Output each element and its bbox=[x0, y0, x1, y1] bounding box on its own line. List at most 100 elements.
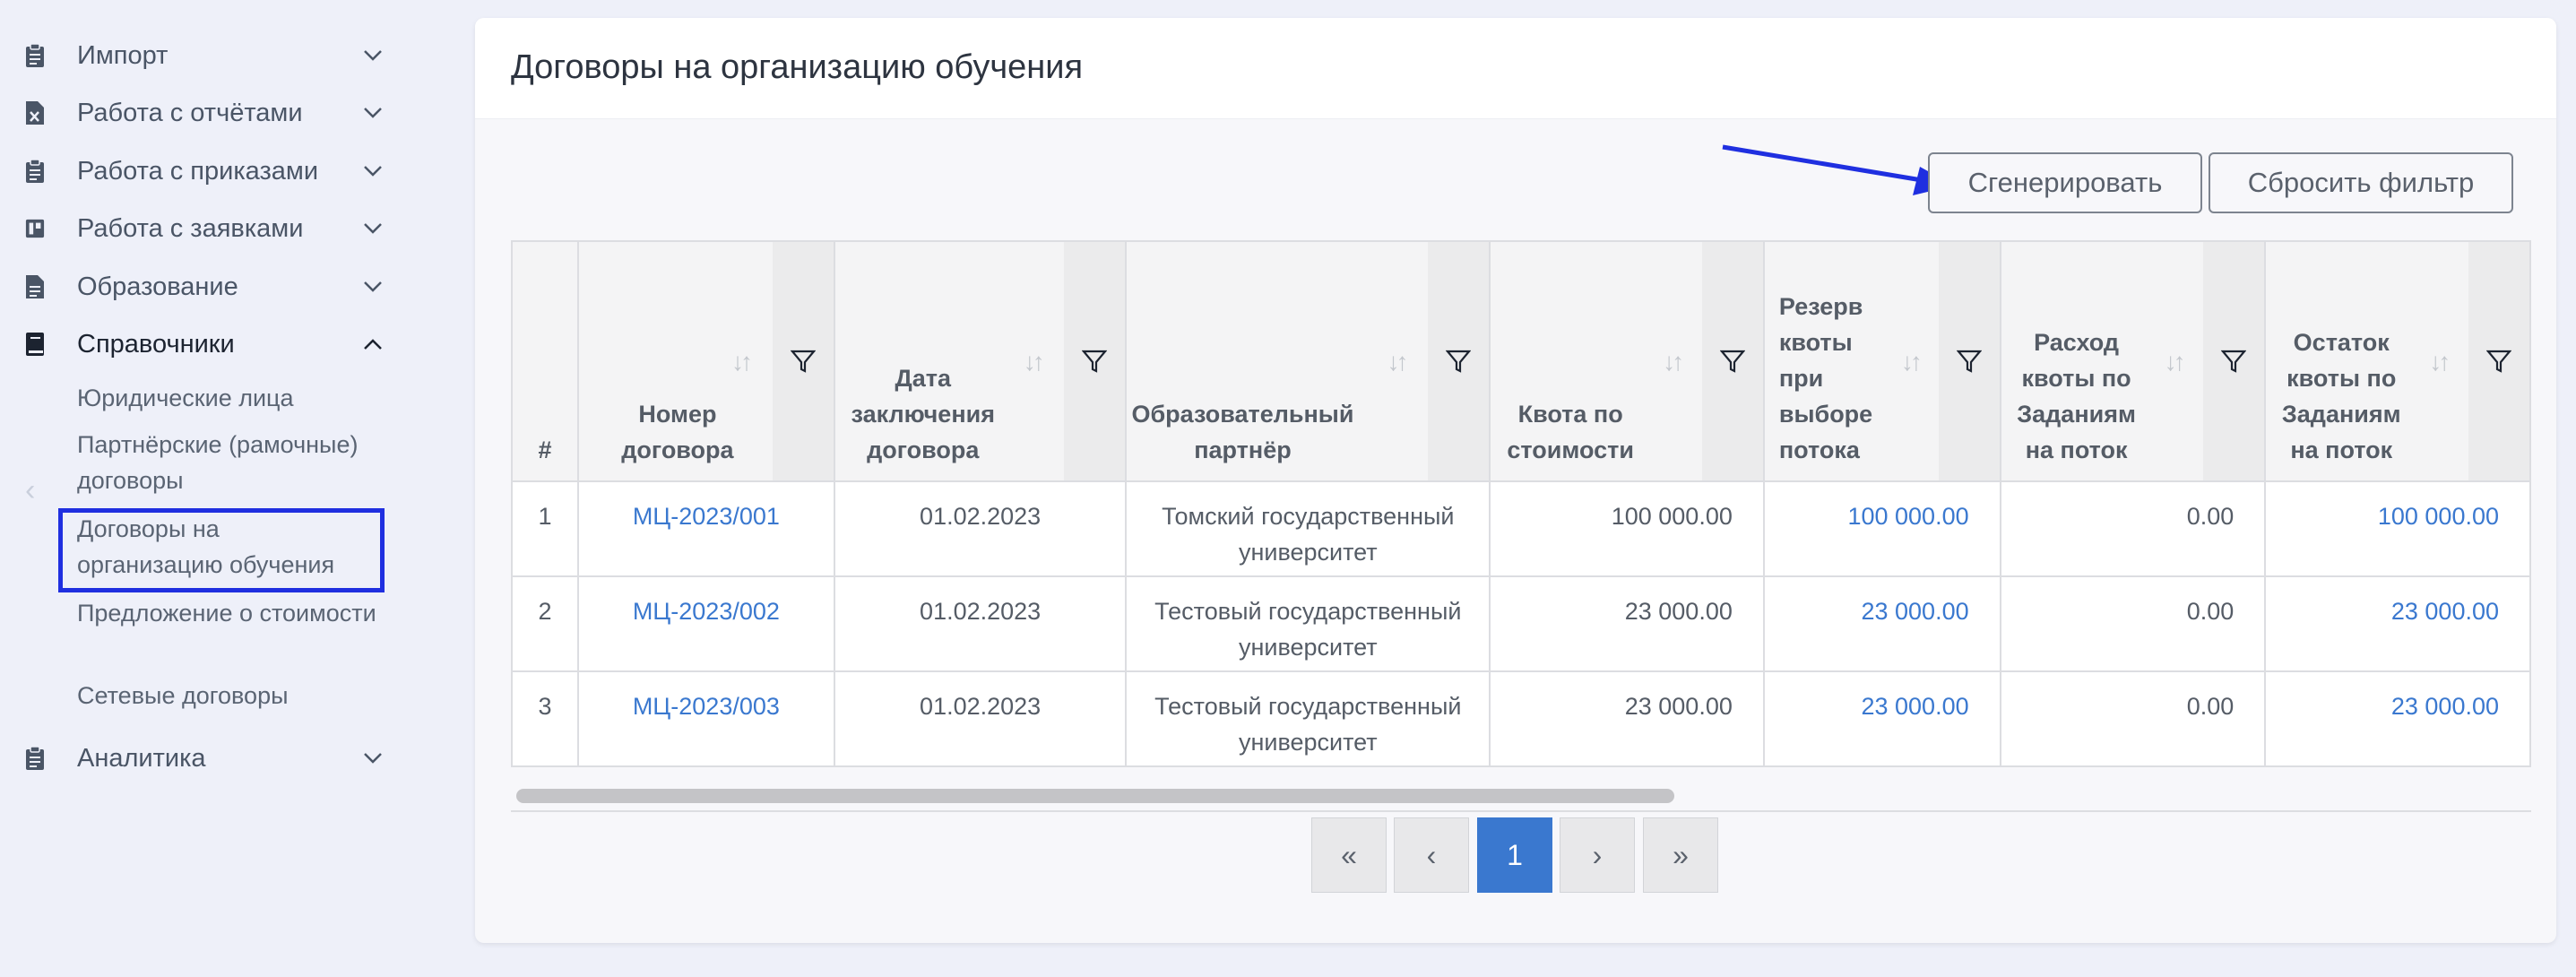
contract-number-link[interactable]: МЦ-2023/003 bbox=[576, 670, 835, 767]
cell-spent: 0.00 bbox=[1999, 575, 2267, 672]
pagination-next[interactable]: › bbox=[1560, 817, 1635, 893]
column-header-reserve[interactable]: Резерв квоты при выборе потока ↓↑ bbox=[1762, 240, 2001, 482]
sidebar-subitem-legal-entities[interactable]: Юридические лица bbox=[77, 380, 391, 416]
board-icon bbox=[25, 216, 45, 241]
pagination-first[interactable]: « bbox=[1311, 817, 1387, 893]
sidebar-item-analytics[interactable]: Аналитика bbox=[0, 735, 394, 782]
header-label: Расход квоты по Заданиям на поток bbox=[2017, 329, 2136, 463]
header-label: Номер договора bbox=[621, 401, 734, 463]
cell-date: 01.02.2023 bbox=[833, 575, 1128, 672]
highlight-box bbox=[58, 508, 385, 592]
cell-partner: Томский государственный университет bbox=[1125, 480, 1491, 577]
cell-quota: 23 000.00 bbox=[1489, 670, 1765, 767]
column-header-date[interactable]: Дата заключения договора ↓↑ bbox=[833, 240, 1128, 482]
sort-icon[interactable]: ↓↑ bbox=[1387, 348, 1408, 376]
cell-index: 3 bbox=[511, 670, 579, 767]
filter-icon[interactable] bbox=[772, 242, 834, 480]
sidebar: Импорт Работа с отчётами Работа с приказ… bbox=[0, 0, 412, 977]
generate-button[interactable]: Сгенерировать bbox=[1928, 152, 2202, 213]
scrollbar-thumb[interactable] bbox=[516, 789, 1674, 803]
sort-icon[interactable]: ↓↑ bbox=[1024, 348, 1045, 376]
sort-icon[interactable]: ↓↑ bbox=[1663, 348, 1684, 376]
sidebar-item-label: Аналитика bbox=[77, 743, 206, 773]
sort-icon[interactable]: ↓↑ bbox=[2165, 348, 2186, 376]
sidebar-item-references[interactable]: Справочники bbox=[0, 321, 394, 367]
cell-date: 01.02.2023 bbox=[833, 480, 1128, 577]
filter-icon[interactable] bbox=[1938, 242, 2000, 480]
clipboard-icon bbox=[25, 159, 45, 184]
sidebar-item-label: Работа с заявками bbox=[77, 213, 304, 243]
sidebar-item-label: Образование bbox=[77, 272, 238, 301]
sidebar-item-education[interactable]: Образование bbox=[0, 264, 394, 310]
chevron-up-icon bbox=[362, 333, 384, 355]
rest-link[interactable]: 100 000.00 bbox=[2264, 480, 2531, 577]
chevron-down-icon bbox=[362, 45, 384, 66]
pagination-current-page[interactable]: 1 bbox=[1477, 817, 1552, 893]
excel-file-icon bbox=[25, 100, 45, 125]
sidebar-subitem-partner-contracts[interactable]: Партнёрские (рамочные) договоры bbox=[77, 427, 391, 498]
card-header: Договоры на организацию обучения bbox=[475, 18, 2556, 119]
contracts-table: # Номер договора ↓↑ Дата заключения дого… bbox=[511, 240, 2531, 778]
reset-filter-button[interactable]: Сбросить фильтр bbox=[2209, 152, 2513, 213]
document-icon bbox=[25, 274, 45, 299]
column-header-spent[interactable]: Расход квоты по Заданиям на поток ↓↑ bbox=[1999, 240, 2267, 482]
sidebar-item-label: Импорт bbox=[77, 40, 169, 70]
filter-icon[interactable] bbox=[1701, 242, 1763, 480]
header-label: Остаток квоты по Заданиям на поток bbox=[2281, 329, 2401, 463]
column-header-quota[interactable]: Квота по стоимости ↓↑ bbox=[1489, 240, 1765, 482]
pagination-last[interactable]: » bbox=[1643, 817, 1718, 893]
column-header-number[interactable]: Номер договора ↓↑ bbox=[576, 240, 835, 482]
sidebar-item-reports[interactable]: Работа с отчётами bbox=[0, 90, 394, 136]
content-card: Договоры на организацию обучения Сгенери… bbox=[475, 18, 2556, 943]
page-title: Договоры на организацию обучения bbox=[511, 48, 1084, 86]
column-header-index: # bbox=[511, 240, 579, 482]
header-label: Дата заключения договора bbox=[851, 365, 995, 463]
sort-icon[interactable]: ↓↑ bbox=[731, 348, 753, 376]
sidebar-item-orders[interactable]: Работа с приказами bbox=[0, 148, 394, 195]
annotation-arrow bbox=[1722, 144, 1954, 195]
book-icon bbox=[25, 332, 45, 357]
header-label: Резерв квоты при выборе потока bbox=[1778, 293, 1873, 463]
rest-link[interactable]: 23 000.00 bbox=[2264, 670, 2531, 767]
filter-icon[interactable] bbox=[1064, 242, 1126, 480]
sidebar-item-label: Работа с приказами bbox=[77, 156, 319, 186]
table-row[interactable]: 1 МЦ-2023/001 01.02.2023 Томский государ… bbox=[511, 480, 2531, 577]
table-row[interactable]: 2 МЦ-2023/002 01.02.2023 Тестовый госуда… bbox=[511, 575, 2531, 672]
column-header-rest[interactable]: Остаток квоты по Заданиям на поток ↓↑ bbox=[2264, 240, 2531, 482]
cell-partner: Тестовый государственный университет bbox=[1125, 670, 1491, 767]
pagination-prev[interactable]: ‹ bbox=[1394, 817, 1469, 893]
chevron-down-icon bbox=[362, 276, 384, 298]
filter-icon[interactable] bbox=[1428, 242, 1490, 480]
cell-quota: 23 000.00 bbox=[1489, 575, 1765, 672]
rest-link[interactable]: 23 000.00 bbox=[2264, 575, 2531, 672]
cell-date: 01.02.2023 bbox=[833, 670, 1128, 767]
clipboard-icon bbox=[25, 43, 45, 68]
sidebar-subitem-cost-offer[interactable]: Предложение о стоимости bbox=[77, 595, 391, 631]
filter-icon[interactable] bbox=[2203, 242, 2265, 480]
header-label: Образовательный партнёр bbox=[1131, 401, 1354, 463]
sidebar-item-requests[interactable]: Работа с заявками bbox=[0, 205, 394, 252]
chevron-down-icon bbox=[362, 218, 384, 239]
reserve-link[interactable]: 100 000.00 bbox=[1762, 480, 2001, 577]
sidebar-item-import[interactable]: Импорт bbox=[0, 32, 394, 79]
horizontal-scrollbar[interactable] bbox=[511, 782, 2531, 812]
filter-icon[interactable] bbox=[2468, 242, 2529, 480]
sort-icon[interactable]: ↓↑ bbox=[2429, 348, 2451, 376]
sort-icon[interactable]: ↓↑ bbox=[1901, 348, 1923, 376]
table-row[interactable]: 3 МЦ-2023/003 01.02.2023 Тестовый госуда… bbox=[511, 670, 2531, 767]
header-label: Квота по стоимости bbox=[1507, 401, 1634, 463]
contract-number-link[interactable]: МЦ-2023/001 bbox=[576, 480, 835, 577]
cell-partner: Тестовый государственный университет bbox=[1125, 575, 1491, 672]
chevron-down-icon bbox=[362, 102, 384, 124]
chevron-down-icon bbox=[362, 160, 384, 182]
column-header-partner[interactable]: Образовательный партнёр ↓↑ bbox=[1125, 240, 1491, 482]
clipboard-icon bbox=[25, 746, 45, 771]
contract-number-link[interactable]: МЦ-2023/002 bbox=[576, 575, 835, 672]
sidebar-subitem-network-contracts[interactable]: Сетевые договоры bbox=[77, 678, 391, 713]
cell-spent: 0.00 bbox=[1999, 670, 2267, 767]
reserve-link[interactable]: 23 000.00 bbox=[1762, 670, 2001, 767]
cell-quota: 100 000.00 bbox=[1489, 480, 1765, 577]
carousel-prev-icon[interactable]: ‹ bbox=[25, 473, 35, 508]
reserve-link[interactable]: 23 000.00 bbox=[1762, 575, 2001, 672]
cell-spent: 0.00 bbox=[1999, 480, 2267, 577]
